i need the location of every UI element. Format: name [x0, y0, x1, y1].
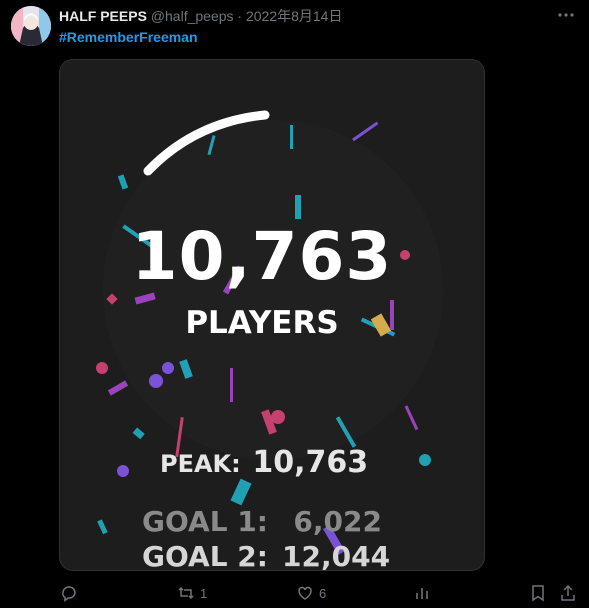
like-count: 6 [319, 585, 327, 601]
retweet-button[interactable]: 1 [177, 584, 207, 602]
bookmark-button[interactable] [529, 584, 547, 602]
avatar[interactable] [11, 6, 51, 46]
goal1-stat: GOAL 1: 6,022 [142, 505, 382, 538]
user-handle[interactable]: @half_peeps [151, 8, 234, 24]
goal1-value: 6,022 [293, 505, 382, 538]
tweet-date[interactable]: 2022年8月14日 [246, 8, 343, 24]
avatar-illustration [11, 6, 51, 46]
retweet-count: 1 [200, 585, 208, 601]
more-icon[interactable] [557, 6, 575, 24]
peak-stat: PEAK: 10,763 [160, 445, 368, 480]
goal2-stat: GOAL 2: 12,044 [142, 540, 390, 571]
retweet-icon [178, 586, 194, 600]
reply-icon [62, 586, 76, 602]
player-count: 10,763 [131, 218, 393, 295]
separator: · [237, 8, 243, 24]
peak-label: PEAK: [160, 450, 241, 478]
peak-value: 10,763 [252, 445, 369, 480]
chart-icon [416, 588, 428, 599]
heart-icon [298, 586, 312, 600]
tweet-header: HALF PEEPS @half_peeps · 2022年8月14日 [59, 7, 342, 25]
hashtag-link[interactable]: #RememberFreeman [59, 29, 198, 45]
players-label: PLAYERS [185, 305, 339, 341]
action-bar: 1 6 [0, 584, 589, 604]
views-button[interactable] [413, 584, 431, 602]
goal1-label: GOAL 1: [142, 505, 268, 538]
goal2-value: 12,044 [282, 540, 391, 571]
display-name[interactable]: HALF PEEPS [59, 8, 147, 24]
share-button[interactable] [559, 584, 577, 602]
like-button[interactable]: 6 [296, 584, 326, 602]
bookmark-icon [532, 585, 544, 602]
goal2-label: GOAL 2: [142, 540, 268, 571]
share-icon [561, 584, 575, 601]
reply-button[interactable] [60, 584, 78, 602]
media-card[interactable]: 10,763 PLAYERS PEAK: 10,763 GOAL 1: 6,02… [59, 59, 485, 571]
